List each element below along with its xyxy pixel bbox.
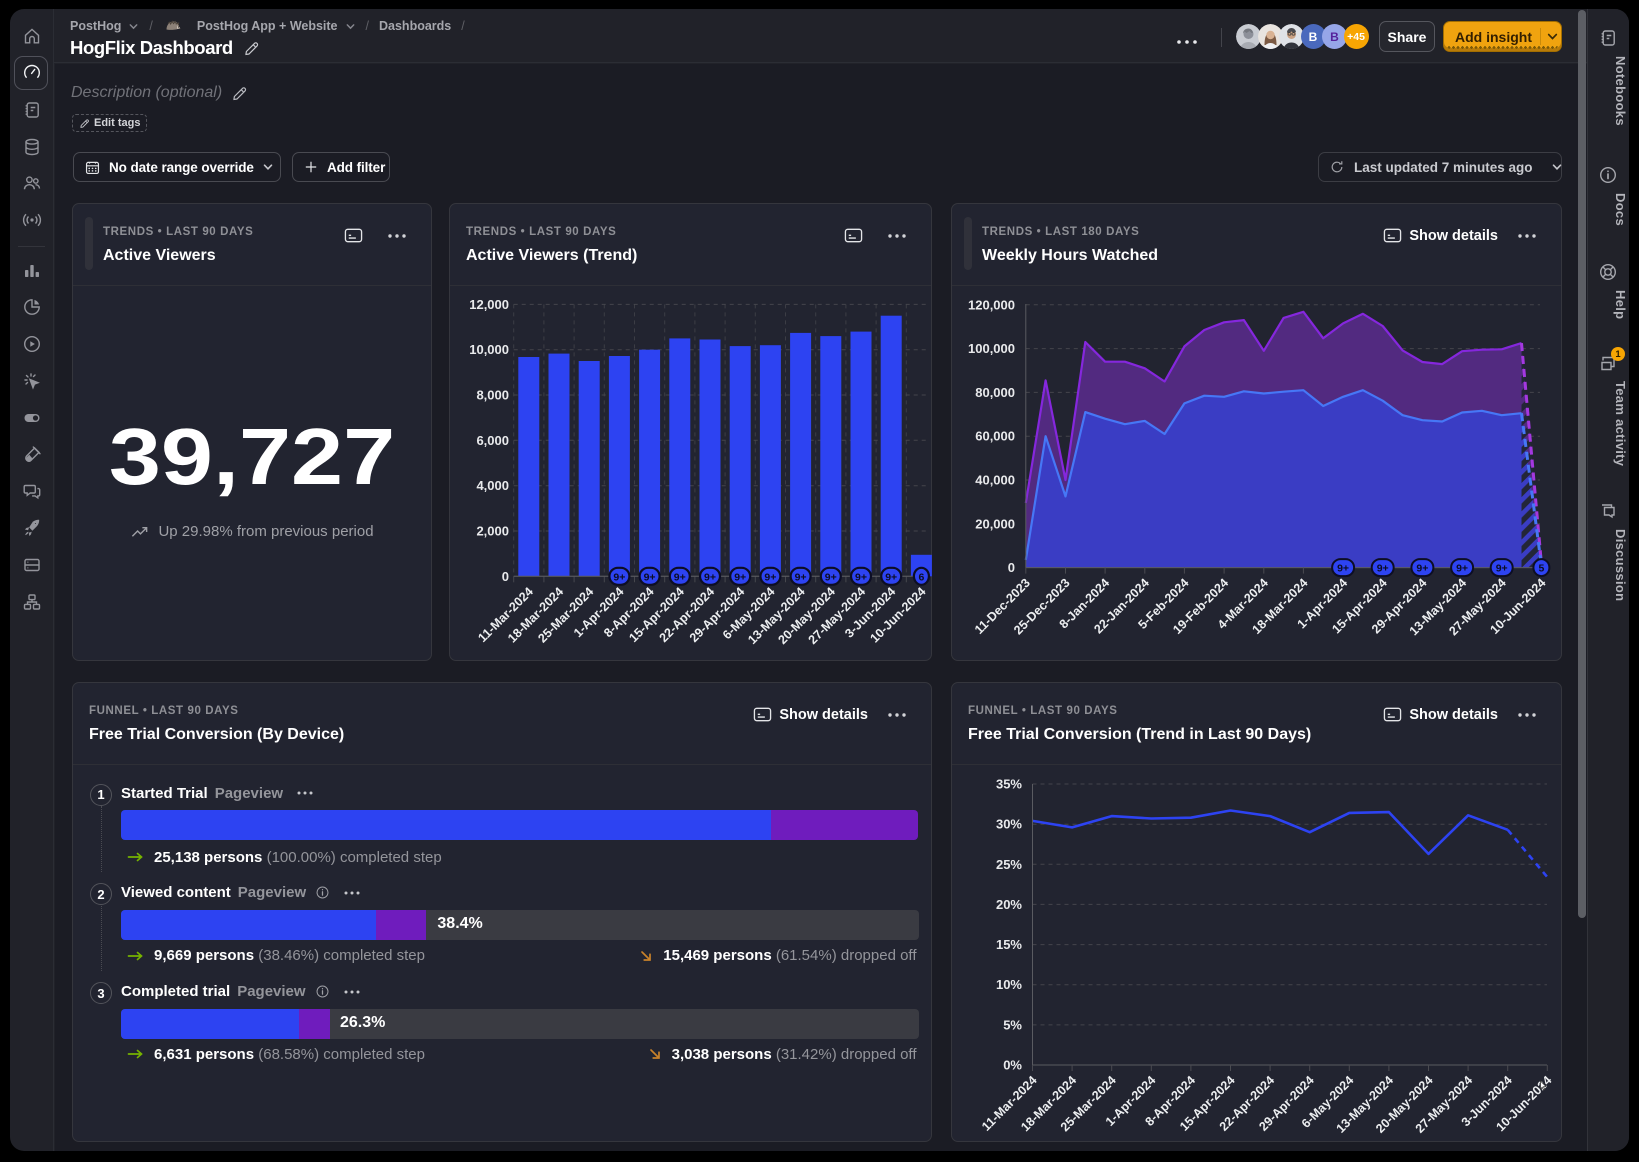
svg-text:9+: 9+: [674, 571, 686, 583]
svg-text:9+: 9+: [734, 571, 746, 583]
svg-text:6: 6: [918, 571, 924, 583]
svg-text:9+: 9+: [1496, 563, 1508, 575]
svg-text:0: 0: [1008, 560, 1015, 575]
svg-text:9+: 9+: [704, 571, 716, 583]
svg-text:80,000: 80,000: [975, 385, 1015, 400]
svg-text:30%: 30%: [996, 817, 1022, 832]
svg-text:9+: 9+: [644, 571, 656, 583]
svg-text:9+: 9+: [855, 571, 867, 583]
svg-text:20%: 20%: [996, 897, 1022, 912]
svg-text:9+: 9+: [1377, 563, 1389, 575]
svg-text:9+: 9+: [1456, 563, 1468, 575]
svg-text:9+: 9+: [795, 571, 807, 583]
svg-text:100,000: 100,000: [968, 341, 1015, 356]
svg-text:0%: 0%: [1003, 1058, 1022, 1073]
svg-text:35%: 35%: [996, 777, 1022, 792]
svg-text:4,000: 4,000: [476, 478, 509, 493]
svg-text:10,000: 10,000: [469, 342, 509, 357]
svg-text:9+: 9+: [1416, 563, 1428, 575]
svg-text:40,000: 40,000: [975, 473, 1015, 488]
svg-text:25%: 25%: [996, 857, 1022, 872]
svg-text:9+: 9+: [613, 571, 625, 583]
svg-text:9+: 9+: [764, 571, 776, 583]
svg-text:9+: 9+: [1337, 563, 1349, 575]
svg-text:6,000: 6,000: [476, 433, 509, 448]
svg-text:5%: 5%: [1003, 1017, 1022, 1032]
svg-text:9+: 9+: [825, 571, 837, 583]
svg-text:15%: 15%: [996, 937, 1022, 952]
svg-text:2,000: 2,000: [476, 524, 509, 539]
svg-text:12,000: 12,000: [469, 297, 509, 312]
svg-text:120,000: 120,000: [968, 297, 1015, 312]
svg-text:8,000: 8,000: [476, 388, 509, 403]
svg-text:0: 0: [502, 569, 509, 584]
svg-text:20,000: 20,000: [975, 516, 1015, 531]
svg-text:60,000: 60,000: [975, 429, 1015, 444]
svg-text:10%: 10%: [996, 977, 1022, 992]
svg-text:9+: 9+: [885, 571, 897, 583]
svg-text:5: 5: [1538, 563, 1544, 575]
